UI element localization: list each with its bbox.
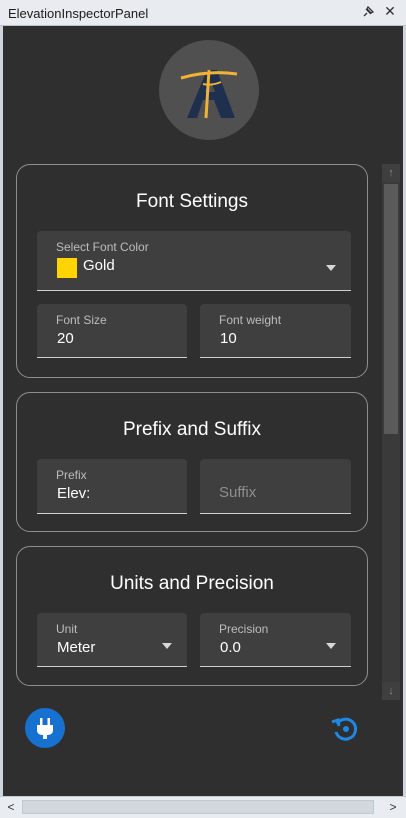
- scroll-down-icon[interactable]: ↓: [382, 682, 400, 700]
- logo-icon: [159, 40, 259, 140]
- suffix-field[interactable]: Suffix: [200, 459, 351, 514]
- scroll-right-icon[interactable]: >: [384, 799, 402, 815]
- plug-icon: [37, 718, 53, 739]
- prefix-value: Elev:: [57, 485, 91, 502]
- font-color-label: Select Font Color: [56, 240, 149, 254]
- units-precision-title: Units and Precision: [110, 573, 274, 594]
- font-size-field[interactable]: Font Size 20: [37, 304, 187, 358]
- scroll-up-icon[interactable]: ↑: [382, 164, 400, 182]
- settings-scroll-area[interactable]: Font Settings Select Font Color Gold Fon…: [3, 164, 403, 702]
- unit-value: Meter: [57, 639, 96, 656]
- font-color-swatch: [57, 258, 77, 278]
- precision-label: Precision: [219, 622, 269, 636]
- font-size-label: Font Size: [56, 313, 107, 327]
- precision-value: 0.0: [220, 639, 241, 656]
- chevron-down-icon: [326, 265, 336, 271]
- prefix-suffix-card: Prefix and Suffix Prefix Elev: Suffix: [16, 392, 368, 532]
- unit-select[interactable]: Unit Meter: [37, 613, 187, 667]
- chevron-down-icon: [162, 643, 172, 649]
- font-weight-value: 10: [220, 330, 237, 347]
- title-bar: ElevationInspectorPanel ✕: [0, 0, 406, 26]
- font-weight-field[interactable]: Font weight 10: [200, 304, 351, 358]
- font-settings-card: Font Settings Select Font Color Gold Fon…: [16, 164, 368, 378]
- font-color-value: Gold: [83, 257, 115, 274]
- prefix-label: Prefix: [56, 468, 87, 482]
- chevron-down-icon: [326, 643, 336, 649]
- scrollbar-thumb[interactable]: [384, 184, 398, 434]
- window-title: ElevationInspectorPanel: [8, 6, 149, 21]
- font-color-select[interactable]: Select Font Color Gold: [37, 231, 351, 291]
- precision-select[interactable]: Precision 0.0: [200, 613, 351, 667]
- horizontal-scrollbar[interactable]: < >: [0, 796, 406, 818]
- suffix-placeholder: Suffix: [219, 484, 257, 501]
- reset-button[interactable]: [330, 714, 360, 744]
- close-icon[interactable]: ✕: [383, 4, 397, 18]
- scroll-left-icon[interactable]: <: [2, 799, 20, 815]
- prefix-suffix-title: Prefix and Suffix: [122, 419, 261, 440]
- prefix-field[interactable]: Prefix Elev:: [37, 459, 187, 514]
- vertical-scrollbar[interactable]: ↑ ↓: [382, 164, 400, 700]
- reset-icon: [331, 717, 358, 741]
- app-window: ElevationInspectorPanel ✕ Font Settings …: [0, 0, 406, 818]
- pin-icon[interactable]: [361, 5, 375, 19]
- inspector-panel: Font Settings Select Font Color Gold Fon…: [3, 26, 403, 796]
- unit-label: Unit: [56, 622, 78, 636]
- font-size-value: 20: [57, 330, 74, 347]
- font-settings-title: Font Settings: [136, 191, 248, 212]
- plug-button[interactable]: [25, 708, 65, 748]
- units-precision-card: Units and Precision Unit Meter Precision…: [16, 546, 368, 686]
- font-weight-label: Font weight: [219, 313, 282, 327]
- horizontal-scrollbar-thumb[interactable]: [22, 800, 374, 814]
